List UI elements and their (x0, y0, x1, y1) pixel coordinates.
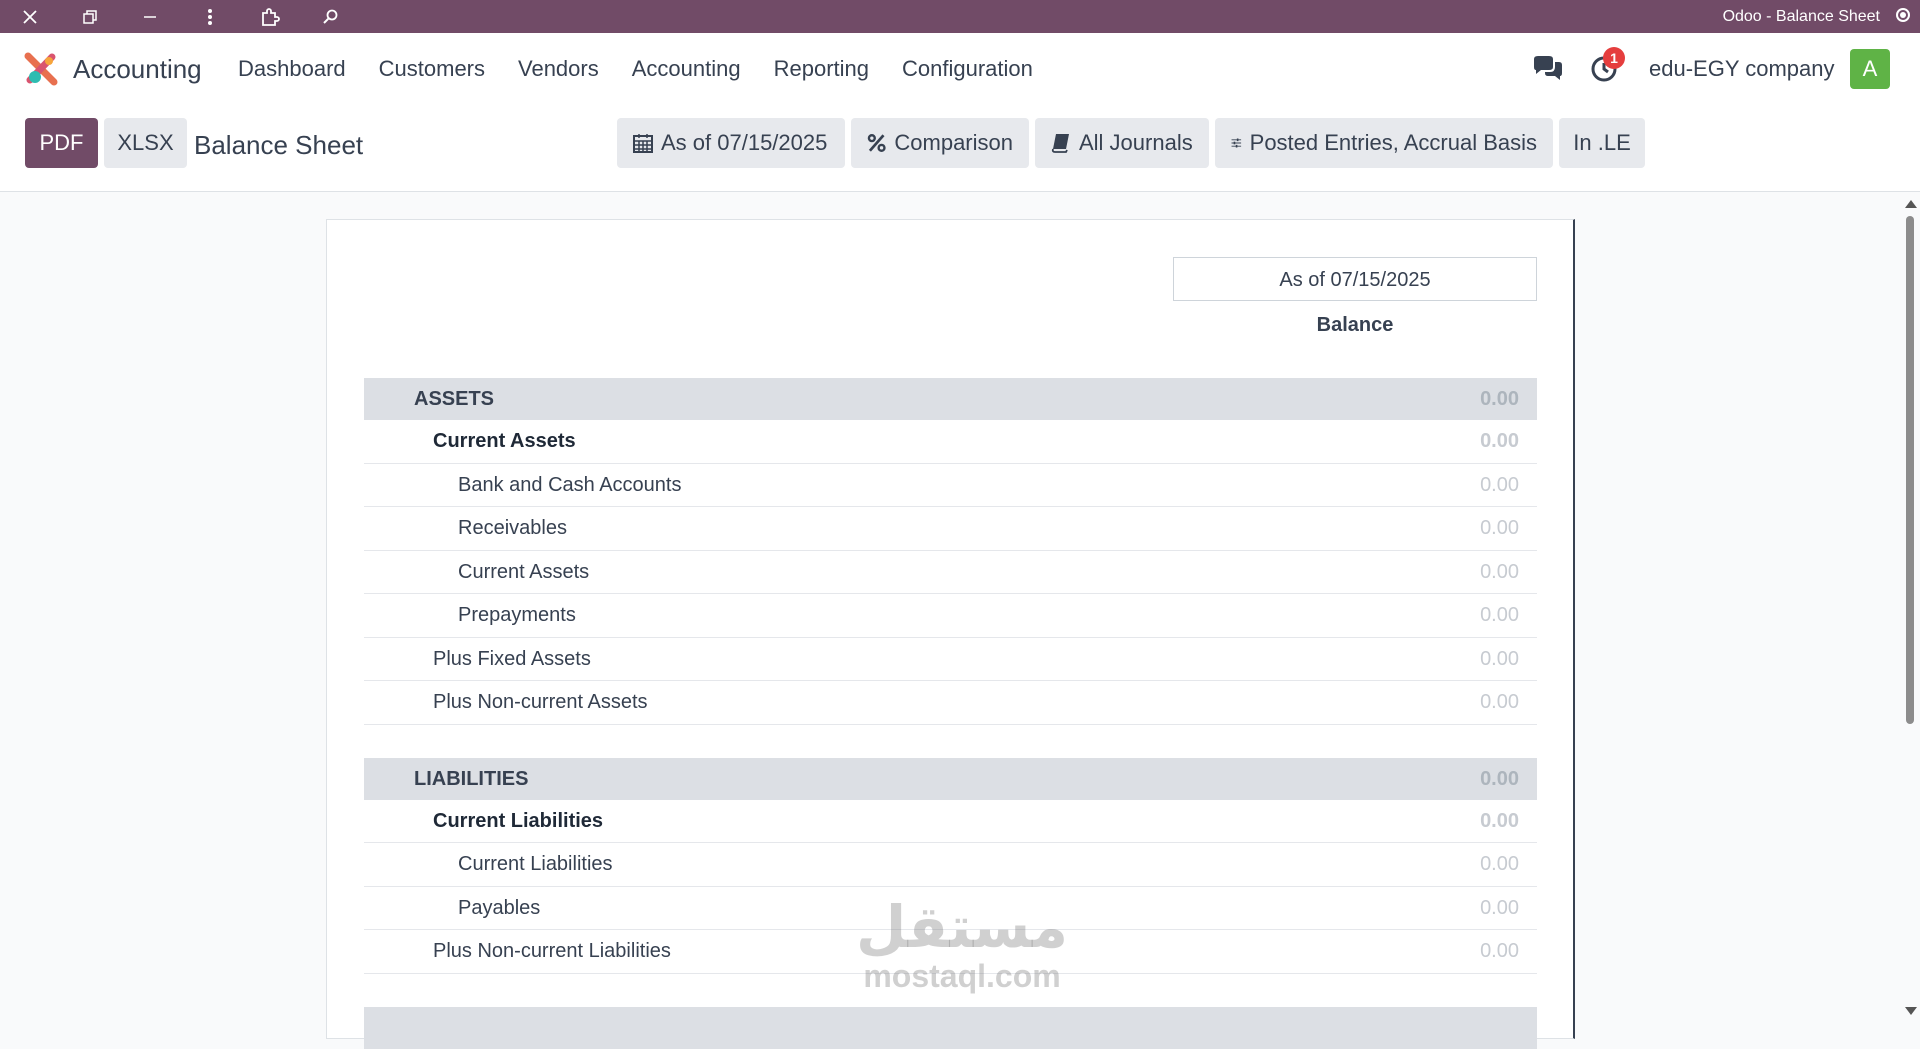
line-value: 0.00 (1480, 560, 1519, 583)
line-value: 0.00 (1480, 647, 1519, 670)
date-filter-label: As of 07/15/2025 (661, 130, 828, 155)
line-label: Current Liabilities (433, 809, 604, 832)
zoom-icon (323, 9, 338, 24)
menu-accounting[interactable]: Accounting (632, 56, 741, 82)
restore-window-button[interactable] (60, 0, 120, 33)
report-area: As of 07/15/2025 Balance ASSETS 0.00 Cur… (0, 192, 1920, 1049)
line-receivables[interactable]: Receivables 0.00 (364, 507, 1537, 551)
menu-dashboard[interactable]: Dashboard (238, 56, 346, 82)
section-liabilities[interactable]: LIABILITIES 0.00 (364, 757, 1537, 800)
control-panel: PDF XLSX Balance Sheet As of 07/15/2025 … (0, 106, 1920, 192)
close-window-button[interactable] (0, 0, 60, 33)
group-current-assets[interactable]: Current Assets 0.00 (364, 420, 1537, 464)
page-scrollbar[interactable] (1900, 192, 1920, 1019)
company-switcher[interactable]: edu-EGY company (1649, 56, 1834, 82)
line-label: Current Assets (433, 430, 576, 452)
main-navbar: Accounting Dashboard Customers Vendors A… (0, 33, 1920, 106)
scroll-up-arrow-icon[interactable] (1905, 200, 1917, 208)
kebab-menu-icon (208, 8, 212, 25)
section-next-partial[interactable] (364, 1006, 1537, 1049)
line-current-liabilities[interactable]: Current Liabilities 0.00 (364, 843, 1537, 887)
line-value: 0.00 (1480, 430, 1519, 452)
minimize-window-button[interactable] (120, 0, 180, 33)
extensions-button[interactable] (240, 0, 300, 33)
zoom-button[interactable] (300, 0, 360, 33)
record-icon (1896, 8, 1910, 22)
calendar-icon (633, 134, 653, 153)
line-value: 0.00 (1480, 940, 1519, 962)
line-value: 0.00 (1480, 691, 1519, 713)
line-label: Current Liabilities (458, 853, 613, 875)
line-value: 0.00 (1480, 767, 1519, 790)
restore-icon (83, 9, 97, 24)
book-icon (1051, 134, 1069, 153)
line-noncurrent-liabilities[interactable]: Plus Non-current Liabilities 0.00 (364, 930, 1537, 974)
line-value: 0.00 (1480, 473, 1519, 496)
menu-vendors[interactable]: Vendors (518, 56, 599, 82)
line-value: 0.00 (1480, 604, 1519, 626)
puzzle-icon (262, 7, 280, 26)
menu-configuration[interactable]: Configuration (902, 56, 1033, 82)
section-assets[interactable]: ASSETS 0.00 (364, 378, 1537, 420)
line-value: 0.00 (1480, 896, 1519, 919)
entries-filter-button[interactable]: Posted Entries, Accrual Basis (1215, 118, 1553, 168)
currency-filter-button[interactable]: In .LE (1559, 118, 1645, 168)
user-avatar[interactable]: A (1850, 49, 1890, 89)
line-label: Plus Non-current Liabilities (433, 940, 671, 962)
line-label: Receivables (458, 517, 567, 539)
chat-icon[interactable] (1532, 55, 1564, 83)
accounting-app-logo[interactable] (24, 52, 58, 86)
window-title-bar: Odoo - Balance Sheet (0, 0, 1920, 33)
line-label: Prepayments (458, 604, 576, 626)
line-value: 0.00 (1480, 388, 1519, 410)
report-lines: ASSETS 0.00 Current Assets 0.00 Bank and… (364, 378, 1537, 1049)
line-label: Bank and Cash Accounts (458, 473, 682, 496)
line-prepayments[interactable]: Prepayments 0.00 (364, 594, 1537, 638)
group-current-liabilities[interactable]: Current Liabilities 0.00 (364, 800, 1537, 843)
close-icon (23, 9, 37, 24)
xlsx-export-button[interactable]: XLSX (104, 118, 187, 168)
journals-filter-button[interactable]: All Journals (1035, 118, 1209, 168)
sliders-icon (1231, 138, 1242, 148)
line-label: Plus Non-current Assets (433, 691, 648, 713)
menu-customers[interactable]: Customers (379, 56, 485, 82)
app-name[interactable]: Accounting (73, 54, 202, 85)
line-value: 0.00 (1480, 853, 1519, 875)
line-label: LIABILITIES (414, 767, 529, 790)
line-bank-cash[interactable]: Bank and Cash Accounts 0.00 (364, 464, 1537, 507)
menu-reporting[interactable]: Reporting (774, 56, 869, 82)
percent-icon (867, 134, 886, 152)
column-date-header[interactable]: As of 07/15/2025 (1173, 257, 1537, 301)
line-current-assets[interactable]: Current Assets 0.00 (364, 551, 1537, 594)
journals-filter-label: All Journals (1079, 130, 1193, 155)
minimize-icon (144, 15, 156, 18)
line-label: Payables (458, 896, 541, 919)
line-value: 0.00 (1480, 517, 1519, 539)
line-label: Current Assets (458, 560, 590, 583)
pdf-export-button[interactable]: PDF (25, 118, 98, 168)
comparison-filter-button[interactable]: Comparison (851, 118, 1029, 168)
scroll-down-arrow-icon[interactable] (1905, 1007, 1917, 1015)
line-label: Plus Fixed Assets (433, 647, 591, 670)
activity-badge: 1 (1603, 47, 1625, 69)
main-menu: Dashboard Customers Vendors Accounting R… (238, 56, 1066, 82)
scrollbar-thumb[interactable] (1906, 216, 1914, 724)
date-filter-button[interactable]: As of 07/15/2025 (617, 118, 845, 168)
line-value: 0.00 (1480, 809, 1519, 832)
line-noncurrent-assets[interactable]: Plus Non-current Assets 0.00 (364, 681, 1537, 725)
line-payables[interactable]: Payables 0.00 (364, 887, 1537, 930)
entries-filter-label: Posted Entries, Accrual Basis (1249, 130, 1537, 155)
balance-sheet-report: As of 07/15/2025 Balance ASSETS 0.00 Cur… (326, 219, 1575, 1049)
comparison-filter-label: Comparison (894, 130, 1013, 155)
line-label: ASSETS (414, 388, 495, 410)
balance-column-label: Balance (1316, 314, 1394, 336)
page-title: Balance Sheet (194, 130, 364, 160)
window-title: Odoo - Balance Sheet (1722, 8, 1880, 25)
line-fixed-assets[interactable]: Plus Fixed Assets 0.00 (364, 638, 1537, 681)
more-options-button[interactable] (180, 0, 240, 33)
